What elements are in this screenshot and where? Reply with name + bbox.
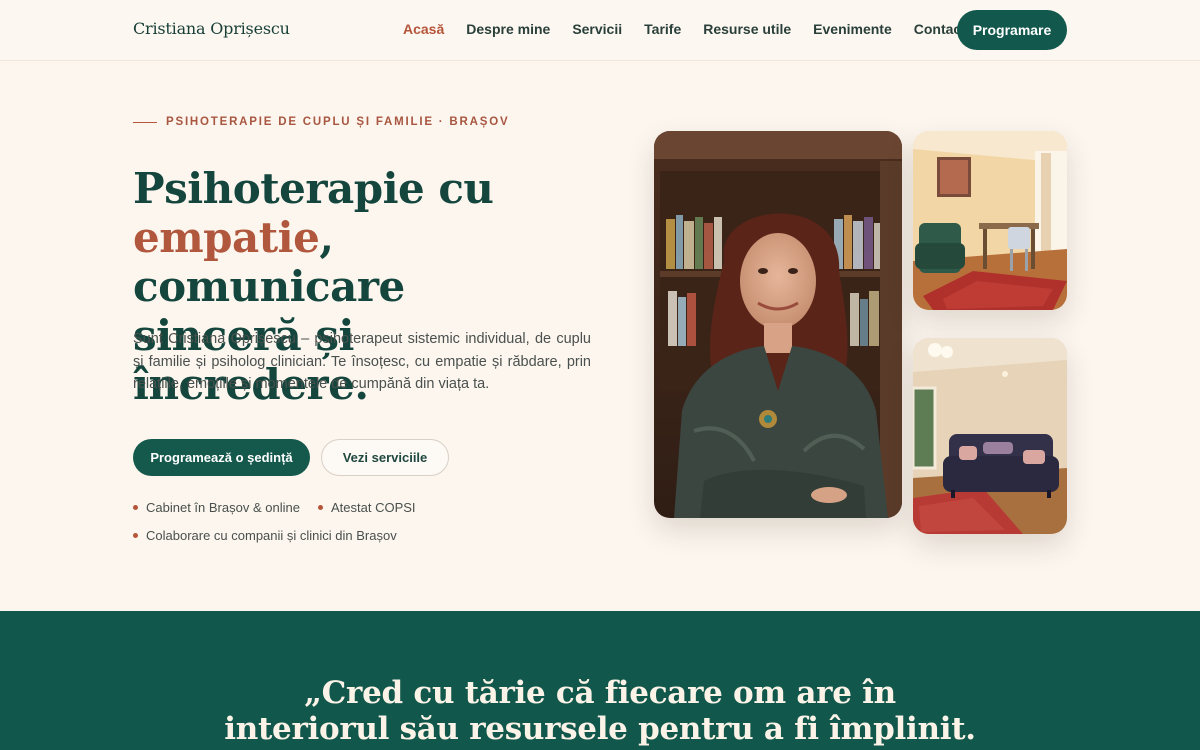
bullet-dot-icon bbox=[318, 505, 323, 510]
portrait-photo bbox=[654, 131, 902, 518]
feature-text: Cabinet în Brașov & online bbox=[146, 500, 300, 515]
main-nav: Acasă Despre mine Servicii Tarife Resurs… bbox=[403, 21, 988, 37]
eyebrow-text: PSIHOTERAPIE DE CUPLU ȘI FAMILIE · BRAȘO… bbox=[166, 116, 510, 128]
site-header: Cristiana Oprișescu Acasă Despre mine Se… bbox=[0, 0, 1200, 61]
bullet-dot-icon bbox=[133, 533, 138, 538]
nav-link-resurse-utile[interactable]: Resurse utile bbox=[703, 21, 791, 37]
book-session-button[interactable]: Programează o ședință bbox=[133, 439, 310, 476]
office-photo-2 bbox=[913, 338, 1067, 534]
feature-text: Atestat COPSI bbox=[331, 500, 416, 515]
headline-line1: Psihoterapie cu bbox=[133, 164, 494, 213]
quote-line1: „Cred cu tărie că fiecare om are în bbox=[304, 675, 896, 711]
nav-link-evenimente[interactable]: Evenimente bbox=[813, 21, 892, 37]
hero-intro: Sunt Cristiana Oprișescu – psihoterapeut… bbox=[133, 331, 591, 392]
headline-accent: empatie bbox=[133, 213, 320, 262]
feature-item: Colaborare cu companii și clinici din Br… bbox=[133, 528, 397, 543]
bullet-dot-icon bbox=[133, 505, 138, 510]
nav-link-servicii[interactable]: Servicii bbox=[572, 21, 622, 37]
nav-link-tarife[interactable]: Tarife bbox=[644, 21, 681, 37]
office-photo-1 bbox=[913, 131, 1067, 310]
quote-line2: interiorul său resursele pentru a fi împ… bbox=[224, 711, 976, 747]
feature-item: Atestat COPSI bbox=[318, 500, 416, 515]
programare-button[interactable]: Programare bbox=[957, 10, 1067, 50]
feature-item: Cabinet în Brașov & online bbox=[133, 500, 300, 515]
view-services-button[interactable]: Vezi serviciile bbox=[321, 439, 449, 476]
feature-text: Colaborare cu companii și clinici din Br… bbox=[146, 528, 397, 543]
nav-link-acasa[interactable]: Acasă bbox=[403, 21, 444, 37]
nav-link-despre-mine[interactable]: Despre mine bbox=[466, 21, 550, 37]
eyebrow-divider bbox=[133, 121, 157, 123]
quote-text: „Cred cu tărie că fiecare om are în inte… bbox=[0, 675, 1200, 747]
hero-eyebrow: PSIHOTERAPIE DE CUPLU ȘI FAMILIE · BRAȘO… bbox=[133, 116, 509, 128]
site-logo[interactable]: Cristiana Oprișescu bbox=[133, 19, 290, 38]
